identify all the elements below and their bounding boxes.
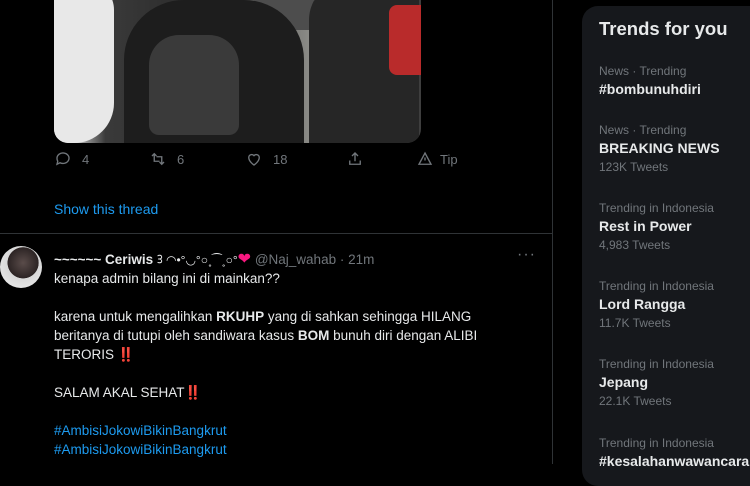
like-count: 18 [273, 151, 288, 167]
trend-count: 11.7K Tweets [599, 316, 671, 330]
tweet-paragraph-2: karena untuk mengalihkan RKUHP yang di s… [54, 307, 524, 364]
trend-meta: Trending in Indonesia [599, 201, 714, 215]
tip-icon [417, 151, 433, 165]
trend-item[interactable]: News · Trending BREAKING NEWS 123K Tweet… [599, 123, 750, 174]
trend-meta: News · Trending [599, 123, 687, 137]
trend-title: BREAKING NEWS [599, 140, 720, 156]
like-button[interactable]: 18 [245, 150, 287, 168]
text-segment: SALAM AKAL SEHAT [54, 385, 185, 400]
timeline: 4 6 18 Tip Show this thread ~~~~~~ Ceriw… [0, 0, 553, 464]
text-segment: karena untuk mengalihkan [54, 309, 217, 324]
trend-item[interactable]: Trending in Indonesia Rest in Power 4,98… [599, 201, 750, 252]
tweet-header: ~~~~~~ Ceriwis ᢃ ◠•°◡°○˳⁀˳○°❤ @Naj_wahab… [54, 247, 544, 269]
tweet-line-1: kenapa admin bilang ini di mainkan?? [54, 271, 280, 286]
photo-car [54, 0, 114, 143]
double-exclamation-icon: ‼️ [184, 385, 202, 400]
trend-count: 4,983 Tweets [599, 238, 671, 252]
bold-text-rkuhp: RKUHP [216, 309, 265, 324]
trend-item[interactable]: Trending in Indonesia Lord Rangga 11.7K … [599, 279, 750, 330]
heart-emoji-icon: ❤ [237, 251, 252, 268]
tweet-time[interactable]: 21m [348, 252, 374, 267]
photo-motorbike [389, 5, 421, 75]
tip-label: Tip [440, 151, 458, 167]
tweet[interactable]: ~~~~~~ Ceriwis ᢃ ◠•°◡°○˳⁀˳○°❤ @Naj_wahab… [0, 234, 552, 464]
retweet-count: 6 [177, 151, 185, 167]
trend-item[interactable]: News · Trending #bombunuhdiri [599, 64, 750, 97]
trends-title: Trends for you [599, 18, 728, 39]
retweet-button[interactable]: 6 [149, 150, 184, 168]
trend-item[interactable]: Trending in Indonesia Jepang 22.1K Tweet… [599, 357, 750, 408]
like-icon [248, 153, 260, 166]
trend-count: 22.1K Tweets [599, 394, 672, 408]
reply-icon [55, 152, 70, 166]
display-name[interactable]: ~~~~~~ Ceriwis [54, 252, 153, 267]
trend-meta: Trending in Indonesia [599, 279, 714, 293]
photo-backpack [149, 35, 239, 135]
trend-title: #kesalahanwawancara [599, 453, 750, 469]
reply-button[interactable]: 4 [54, 150, 89, 168]
tweet-text: kenapa admin bilang ini di mainkan?? kar… [54, 269, 524, 459]
trend-title: Jepang [599, 374, 649, 390]
avatar[interactable] [0, 246, 42, 288]
trends-panel: Trends for you News · Trending #bombunuh… [582, 6, 750, 486]
bold-text-bom: BOM [297, 328, 330, 343]
reply-count: 4 [82, 151, 90, 167]
retweet-icon [151, 152, 165, 166]
double-exclamation-icon: ‼️ [117, 347, 135, 362]
show-thread-link[interactable]: Show this thread [54, 201, 158, 217]
tweet-actions: 4 6 18 Tip [54, 150, 474, 182]
hashtag-link[interactable]: #AmbisiJokowiBikinBangkrut [54, 440, 524, 459]
trend-title: Rest in Power [599, 218, 692, 234]
tweet-paragraph-3: SALAM AKAL SEHAT‼️ [54, 383, 524, 402]
more-icon[interactable]: ··· [517, 246, 536, 264]
trend-title: Lord Rangga [599, 296, 686, 312]
trend-meta: News · Trending [599, 64, 687, 78]
trend-item[interactable]: Trending in Indonesia #kesalahanwawancar… [599, 436, 750, 469]
trend-count: 123K Tweets [599, 160, 669, 174]
hashtag-link[interactable]: #AmbisiJokowiBikinBangkrut [54, 421, 524, 440]
trend-meta: Trending in Indonesia [599, 436, 714, 450]
hashtag-list: #AmbisiJokowiBikinBangkrut #AmbisiJokowi… [54, 421, 524, 459]
tweet-photo[interactable] [54, 0, 421, 143]
trend-meta: Trending in Indonesia [599, 357, 714, 371]
share-button[interactable] [346, 150, 364, 168]
share-icon [349, 152, 361, 165]
user-handle[interactable]: @Naj_wahab [255, 252, 336, 267]
tip-button[interactable]: Tip [416, 150, 458, 168]
display-name-decoration: ᢃ ◠•°◡°○˳⁀˳○° [156, 253, 238, 267]
separator-dot: · [339, 252, 345, 267]
trend-title: #bombunuhdiri [599, 81, 701, 97]
